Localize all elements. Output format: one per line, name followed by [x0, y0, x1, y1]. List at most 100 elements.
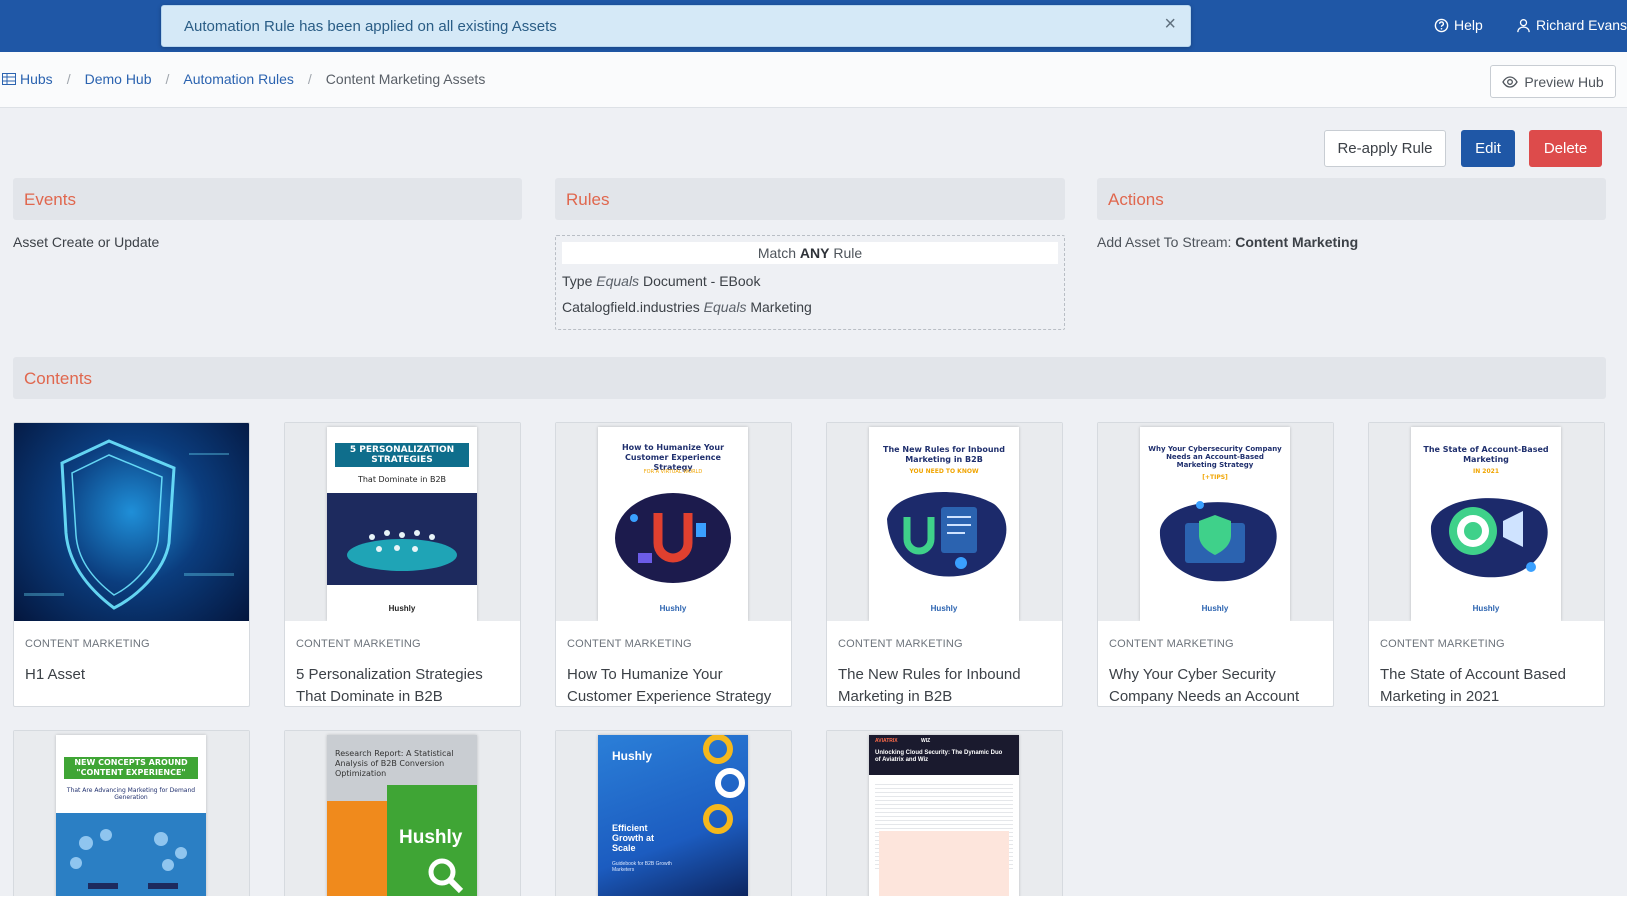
- cover-brand-right: WIZ: [921, 738, 931, 744]
- cover-title: Research Report: A Statistical Analysis …: [335, 749, 454, 778]
- user-name: Richard Evans: [1536, 17, 1627, 33]
- asset-card[interactable]: How to Humanize Your Customer Experience…: [555, 422, 792, 707]
- user-menu[interactable]: Richard Evans: [1516, 17, 1627, 33]
- magnifier-icon: [428, 858, 464, 894]
- cover-title: Efficient Growth at Scale: [612, 823, 654, 853]
- delete-button[interactable]: Delete: [1529, 130, 1602, 167]
- preview-hub-button[interactable]: Preview Hub: [1490, 65, 1616, 98]
- magnet-illustration: [615, 493, 731, 583]
- rule-condition: Type Equals Document - EBook: [562, 273, 760, 289]
- action-stream: Content Marketing: [1235, 234, 1359, 250]
- cover-brand-left: AVIATRIX: [875, 738, 898, 744]
- asset-card[interactable]: The State of Account-Based Marketing IN …: [1368, 422, 1605, 707]
- people-illustration: [347, 530, 457, 571]
- asset-category: CONTENT MARKETING: [567, 638, 692, 650]
- rules-header: Rules: [555, 178, 1065, 220]
- asset-thumbnail: Why Your Cybersecurity Company Needs an …: [1098, 423, 1333, 621]
- rule-value: Document - EBook: [642, 273, 761, 289]
- ebook-cover: The New Rules for Inbound Marketing in B…: [869, 427, 1019, 621]
- ebook-cover: NEW CONCEPTS AROUND "CONTENT EXPERIENCE"…: [56, 735, 206, 899]
- cover-brand: Hushly: [388, 604, 416, 613]
- rings-illustration: [703, 735, 745, 834]
- actions-heading: Actions: [1108, 190, 1164, 209]
- cover-brand: Hushly: [1472, 604, 1500, 613]
- event-value: Asset Create or Update: [13, 234, 160, 250]
- rule-field: Catalogfield.industries: [562, 299, 700, 315]
- toast-message: Automation Rule has been applied on all …: [184, 18, 557, 35]
- cover-illustration: [327, 493, 477, 585]
- cover-subtitle: That Are Advancing Marketing for Demand …: [66, 787, 196, 801]
- target-illustration: [1430, 498, 1548, 578]
- actions-header: Actions: [1097, 178, 1606, 220]
- eye-icon: [1502, 75, 1519, 88]
- ebook-cover: Why Your Cybersecurity Company Needs an …: [1140, 427, 1290, 621]
- edit-button[interactable]: Edit: [1461, 130, 1515, 167]
- ebook-cover: How to Humanize Your Customer Experience…: [598, 427, 748, 621]
- ebook-cover: The State of Account-Based Marketing IN …: [1411, 427, 1561, 621]
- asset-thumbnail: NEW CONCEPTS AROUND "CONTENT EXPERIENCE"…: [14, 731, 249, 899]
- asset-title: The New Rules for Inbound Marketing in B…: [838, 666, 1021, 705]
- asset-thumbnail: 5 PERSONALIZATION STRATEGIES That Domina…: [285, 423, 520, 621]
- preview-hub-label: Preview Hub: [1524, 73, 1604, 90]
- asset-card[interactable]: Hushly Efficient Growth at Scale Guidebo…: [555, 730, 792, 900]
- cover-brand: Hushly: [399, 827, 463, 848]
- asset-card[interactable]: Research Report: A Statistical Analysis …: [284, 730, 521, 900]
- breadcrumb-hubs-label: Hubs: [20, 71, 53, 87]
- cover-subtitle: Guidebook for B2B Growth Marketers: [612, 861, 672, 873]
- asset-card[interactable]: 5 PERSONALIZATION STRATEGIES That Domina…: [284, 422, 521, 707]
- rule-condition: Catalogfield.industries Equals Marketing: [562, 299, 812, 315]
- cover-header: AVIATRIX WIZ Unlocking Cloud Security: T…: [869, 735, 1019, 775]
- cover-illustration: [56, 813, 206, 899]
- cover-subtitle: YOU NEED TO KNOW: [909, 468, 979, 475]
- asset-category: CONTENT MARKETING: [838, 638, 963, 650]
- asset-card[interactable]: AVIATRIX WIZ Unlocking Cloud Security: T…: [826, 730, 1063, 900]
- ebook-cover: AVIATRIX WIZ Unlocking Cloud Security: T…: [869, 735, 1019, 899]
- match-mode: Match ANY Rule: [562, 242, 1058, 264]
- asset-card[interactable]: Why Your Cybersecurity Company Needs an …: [1097, 422, 1334, 707]
- rule-value: Marketing: [750, 299, 812, 315]
- events-heading: Events: [24, 190, 76, 209]
- question-circle-icon: [1434, 18, 1449, 32]
- asset-title: H1 Asset: [25, 666, 86, 683]
- breadcrumb-demo-hub[interactable]: Demo Hub: [85, 71, 152, 87]
- action-value: Add Asset To Stream: Content Marketing: [1097, 234, 1358, 250]
- ebook-cover: 5 PERSONALIZATION STRATEGIES That Domina…: [327, 427, 477, 621]
- shield-icon: [24, 439, 234, 610]
- asset-card[interactable]: The New Rules for Inbound Marketing in B…: [826, 422, 1063, 707]
- asset-title: How To Humanize Your Customer Experience…: [567, 666, 772, 705]
- breadcrumb-separator: /: [307, 71, 312, 87]
- page-bottom-edge: [0, 896, 1627, 906]
- rule-field: Type: [562, 273, 593, 289]
- close-icon[interactable]: ×: [1164, 14, 1176, 34]
- asset-title: Why Your Cyber Security Company Needs an…: [1109, 666, 1300, 705]
- user-icon: [1517, 18, 1530, 32]
- cover-subtitle: FOR A VIRTUAL WORLD: [643, 469, 703, 475]
- breadcrumb-hubs[interactable]: Hubs: [2, 71, 53, 87]
- cover-title: Unlocking Cloud Security: The Dynamic Du…: [875, 750, 1003, 763]
- cover-highlight-box: [879, 831, 1009, 899]
- cover-title: The New Rules for Inbound Marketing in B…: [883, 445, 1005, 464]
- cover-title: 5 PERSONALIZATION STRATEGIES: [335, 443, 469, 467]
- cover-subtitle: [+TIPS]: [1202, 474, 1228, 481]
- breadcrumb-separator: /: [165, 71, 170, 87]
- rule-operator: Equals: [596, 273, 640, 289]
- breadcrumb-automation-rules[interactable]: Automation Rules: [183, 71, 294, 87]
- inbound-illustration: [887, 492, 1007, 577]
- asset-card[interactable]: NEW CONCEPTS AROUND "CONTENT EXPERIENCE"…: [13, 730, 250, 900]
- ebook-cover: Hushly Efficient Growth at Scale Guidebo…: [598, 735, 748, 899]
- cover-brand: Hushly: [930, 604, 958, 613]
- breadcrumb-bar: Hubs / Demo Hub / Automation Rules / Con…: [0, 52, 1627, 108]
- help-link[interactable]: Help: [1434, 17, 1483, 33]
- match-prefix: Match: [757, 245, 796, 261]
- reapply-rule-button[interactable]: Re-apply Rule: [1324, 130, 1446, 167]
- help-label: Help: [1454, 17, 1483, 33]
- asset-category: CONTENT MARKETING: [25, 638, 150, 650]
- cover-orange-block: [327, 801, 387, 899]
- rule-operator: Equals: [703, 299, 747, 315]
- asset-card[interactable]: CONTENT MARKETING H1 Asset: [13, 422, 250, 707]
- asset-category: CONTENT MARKETING: [1380, 638, 1505, 650]
- asset-thumbnail: The New Rules for Inbound Marketing in B…: [827, 423, 1062, 621]
- asset-thumbnail: Hushly Efficient Growth at Scale Guidebo…: [556, 731, 791, 899]
- cover-brand: Hushly: [1201, 604, 1229, 613]
- match-mode-value: ANY: [799, 245, 830, 261]
